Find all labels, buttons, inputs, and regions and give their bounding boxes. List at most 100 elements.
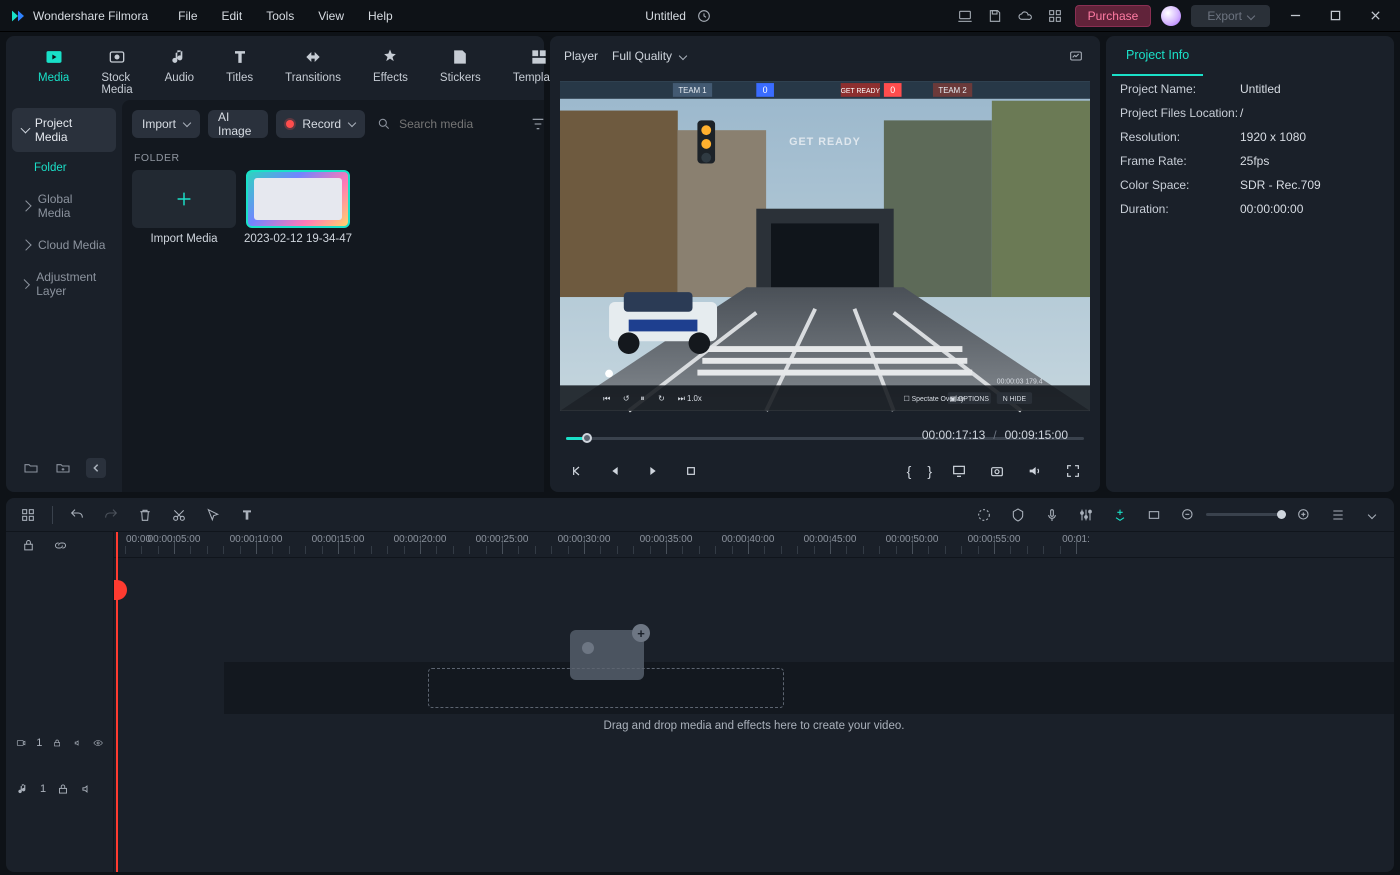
ai-icon[interactable] [974, 505, 994, 525]
link-icon[interactable] [50, 535, 70, 555]
eye-icon[interactable] [93, 736, 103, 750]
timeline-ruler[interactable]: 00:0000:00:05:0000:00:10:0000:00:15:0000… [114, 532, 1394, 558]
marker-icon[interactable] [1008, 505, 1028, 525]
lock-icon[interactable] [56, 782, 70, 796]
zoom-out-icon[interactable] [1178, 505, 1198, 525]
menu-tools[interactable]: Tools [266, 9, 294, 23]
playhead-handle[interactable] [114, 580, 127, 600]
new-folder-icon[interactable] [54, 459, 72, 477]
tab-stock-media[interactable]: Stock Media [93, 42, 140, 100]
voice-icon[interactable] [1042, 505, 1062, 525]
info-key: Duration: [1120, 202, 1240, 216]
quality-label: Full Quality [612, 49, 672, 63]
fullscreen-icon[interactable] [1062, 460, 1084, 482]
mute-icon[interactable] [73, 736, 83, 750]
play-button[interactable] [642, 460, 664, 482]
avatar[interactable] [1161, 6, 1181, 26]
sidebar-cloud-media[interactable]: Cloud Media [12, 230, 116, 260]
quality-dropdown[interactable]: Full Quality [612, 49, 686, 63]
library-tabs: Media Stock Media Audio Titles Transitio… [6, 36, 544, 100]
maximize-button[interactable] [1320, 0, 1350, 32]
effects-icon [379, 46, 401, 68]
export-button[interactable]: Export [1191, 5, 1270, 27]
info-value: 00:00:00:00 [1240, 202, 1303, 216]
cursor-icon[interactable] [203, 505, 223, 525]
zoom-in-icon[interactable] [1294, 505, 1314, 525]
menu-view[interactable]: View [318, 9, 344, 23]
tab-audio[interactable]: Audio [157, 42, 202, 100]
tab-transitions[interactable]: Transitions [277, 42, 349, 100]
zoom-slider[interactable] [1206, 513, 1286, 516]
drop-target[interactable] [428, 668, 784, 708]
display-icon[interactable] [948, 460, 970, 482]
camera-icon[interactable] [986, 460, 1008, 482]
magnetic-icon[interactable] [1110, 505, 1130, 525]
sidebar-folder[interactable]: Folder [12, 154, 116, 182]
collapse-sidebar-button[interactable] [86, 458, 106, 478]
divider [52, 506, 53, 524]
menu-file[interactable]: File [178, 9, 197, 23]
filter-icon[interactable] [529, 113, 544, 135]
minimize-button[interactable] [1280, 0, 1310, 32]
delete-icon[interactable] [135, 505, 155, 525]
mark-in-button[interactable]: { [907, 463, 912, 479]
save-icon[interactable] [985, 6, 1005, 26]
menu-edit[interactable]: Edit [222, 9, 243, 23]
crop-icon[interactable] [1144, 505, 1164, 525]
stop-button[interactable] [680, 460, 702, 482]
timeline-tracks-area[interactable]: 00:0000:00:05:0000:00:10:0000:00:15:0000… [114, 532, 1394, 872]
playhead[interactable] [116, 532, 118, 872]
project-info-tab[interactable]: Project Info [1106, 36, 1394, 76]
mute-icon[interactable] [80, 782, 94, 796]
audio-mixer-icon[interactable] [1076, 505, 1096, 525]
more-options-icon[interactable] [1362, 505, 1382, 525]
play-reverse-button[interactable] [604, 460, 626, 482]
tab-media[interactable]: Media [30, 42, 77, 100]
snapshot-icon[interactable] [1066, 46, 1086, 66]
media-clip-label: 2023-02-12 19-34-47 [244, 233, 352, 245]
tab-stickers[interactable]: Stickers [432, 42, 489, 100]
ai-image-button[interactable]: AI Image [208, 110, 268, 138]
audio-track-header[interactable]: 1 [6, 766, 113, 812]
lock-icon[interactable] [52, 736, 62, 750]
tab-effects[interactable]: Effects [365, 42, 416, 100]
media-clip-tile[interactable]: 2023-02-12 19-34-47 [246, 170, 350, 245]
record-dropdown[interactable]: Record [276, 110, 365, 138]
library-sidebar: Project Media Folder Global Media Cloud … [6, 100, 122, 492]
seek-knob[interactable] [582, 433, 592, 443]
track-height-icon[interactable] [1328, 505, 1348, 525]
redo-icon[interactable] [101, 505, 121, 525]
svg-text:GET READY: GET READY [841, 88, 881, 95]
video-track-header[interactable]: 1 [6, 720, 113, 766]
sidebar-global-media[interactable]: Global Media [12, 184, 116, 228]
volume-icon[interactable] [1024, 460, 1046, 482]
purchase-button[interactable]: Purchase [1075, 5, 1152, 27]
step-back-button[interactable] [566, 460, 588, 482]
info-value: SDR - Rec.709 [1240, 178, 1321, 192]
lock-all-icon[interactable] [18, 535, 38, 555]
search-input[interactable] [399, 117, 509, 131]
tab-audio-label: Audio [165, 72, 194, 84]
sidebar-adjustment-layer[interactable]: Adjustment Layer [12, 262, 116, 306]
folder-open-icon[interactable] [22, 459, 40, 477]
device-icon[interactable] [955, 6, 975, 26]
svg-text:⏭ 1.0x: ⏭ 1.0x [678, 394, 702, 403]
menu-help[interactable]: Help [368, 9, 393, 23]
cut-icon[interactable] [169, 505, 189, 525]
apps-icon[interactable] [1045, 6, 1065, 26]
sidebar-project-media[interactable]: Project Media [12, 108, 116, 152]
video-track-icon [16, 736, 26, 750]
preview-video[interactable]: TEAM 1 0 GET READY 0 TEAM 2 ⏮↺⏸↻⏭ 1.0x 0… [560, 76, 1090, 416]
mark-out-button[interactable]: } [927, 463, 932, 479]
seek-bar[interactable]: 00:00:17:13 / 00:09:15:00 [566, 428, 1084, 448]
zoom-knob[interactable] [1277, 510, 1286, 519]
import-media-tile[interactable]: Import Media [132, 170, 236, 245]
close-button[interactable] [1360, 0, 1390, 32]
cloud-icon[interactable] [1015, 6, 1035, 26]
history-icon[interactable] [694, 6, 714, 26]
text-icon[interactable] [237, 505, 257, 525]
tab-titles[interactable]: Titles [218, 42, 261, 100]
import-dropdown[interactable]: Import [132, 110, 200, 138]
undo-icon[interactable] [67, 505, 87, 525]
grid-view-icon[interactable] [18, 505, 38, 525]
